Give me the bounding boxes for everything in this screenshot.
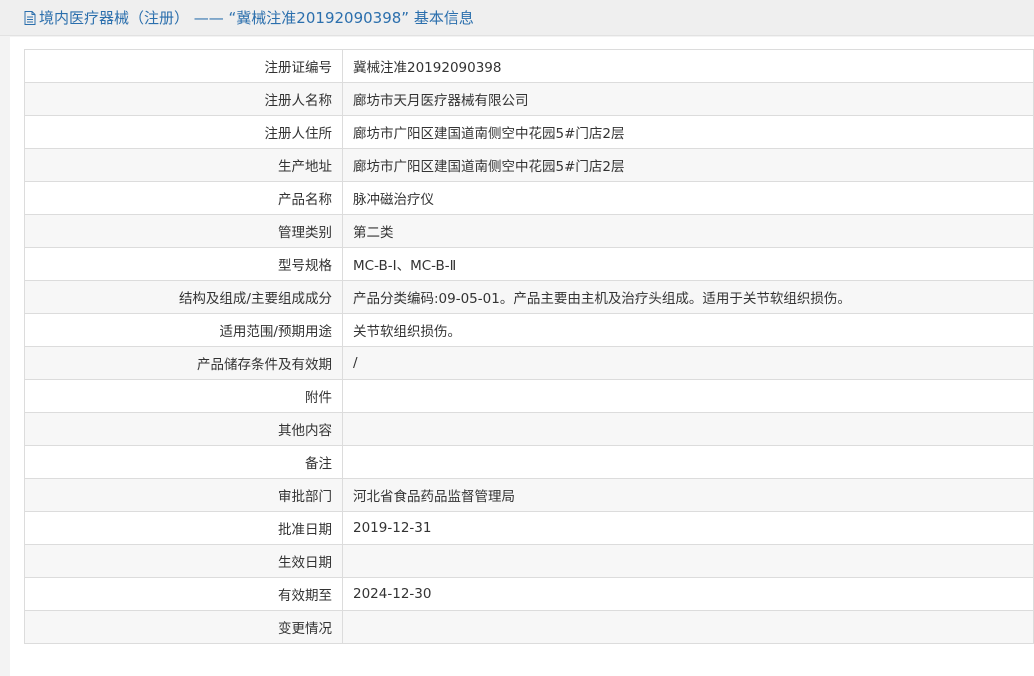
table-row: 注册人名称 廊坊市天月医疗器械有限公司 xyxy=(24,82,1034,116)
row-label: 型号规格 xyxy=(24,247,343,281)
row-value: 廊坊市广阳区建国道南侧空中花园5#门店2层 xyxy=(342,148,1034,182)
table-row: 结构及组成/主要组成成分 产品分类编码:09-05-01。产品主要由主机及治疗头组… xyxy=(24,280,1034,314)
table-row: 型号规格 MC-B-Ⅰ、MC-B-Ⅱ xyxy=(24,247,1034,281)
document-icon xyxy=(24,10,36,25)
row-value: 冀械注准20192090398 xyxy=(342,49,1034,83)
info-panel: 注册证编号 冀械注准20192090398 注册人名称 廊坊市天月医疗器械有限公司 注册… xyxy=(10,37,1034,676)
row-label: 其他内容 xyxy=(24,412,343,446)
row-label: 变更情况 xyxy=(24,610,343,644)
row-value: 廊坊市广阳区建国道南侧空中花园5#门店2层 xyxy=(342,115,1034,149)
table-row: 附件 xyxy=(24,379,1034,413)
table-row: 适用范围/预期用途 关节软组织损伤。 xyxy=(24,313,1034,347)
page-title: 境内医疗器械（注册） —— “冀械注准20192090398” 基本信息 xyxy=(39,9,474,27)
row-label: 有效期至 xyxy=(24,577,343,611)
row-value: 脉冲磁治疗仪 xyxy=(342,181,1034,215)
row-value xyxy=(342,379,1034,413)
row-value: 关节软组织损伤。 xyxy=(342,313,1034,347)
row-value: / xyxy=(342,346,1034,380)
row-value xyxy=(342,412,1034,446)
table-row: 变更情况 xyxy=(24,610,1034,644)
table-row: 审批部门 河北省食品药品监督管理局 xyxy=(24,478,1034,512)
row-label: 生效日期 xyxy=(24,544,343,578)
table-row: 产品储存条件及有效期 / xyxy=(24,346,1034,380)
row-label: 结构及组成/主要组成成分 xyxy=(24,280,343,314)
row-label: 附件 xyxy=(24,379,343,413)
row-value: 2024-12-30 xyxy=(342,577,1034,611)
row-value xyxy=(342,445,1034,479)
table-row: 批准日期 2019-12-31 xyxy=(24,511,1034,545)
table-row: 产品名称 脉冲磁治疗仪 xyxy=(24,181,1034,215)
row-value: 河北省食品药品监督管理局 xyxy=(342,478,1034,512)
row-value: 廊坊市天月医疗器械有限公司 xyxy=(342,82,1034,116)
table-row: 生产地址 廊坊市广阳区建国道南侧空中花园5#门店2层 xyxy=(24,148,1034,182)
row-label: 审批部门 xyxy=(24,478,343,512)
page-header: 境内医疗器械（注册） —— “冀械注准20192090398” 基本信息 xyxy=(0,0,1034,36)
table-row: 其他内容 xyxy=(24,412,1034,446)
row-value xyxy=(342,610,1034,644)
info-table: 注册证编号 冀械注准20192090398 注册人名称 廊坊市天月医疗器械有限公司 注册… xyxy=(24,49,1034,644)
row-label: 注册人名称 xyxy=(24,82,343,116)
row-label: 生产地址 xyxy=(24,148,343,182)
row-label: 产品名称 xyxy=(24,181,343,215)
row-label: 产品储存条件及有效期 xyxy=(24,346,343,380)
row-value: 产品分类编码:09-05-01。产品主要由主机及治疗头组成。适用于关节软组织损伤… xyxy=(342,280,1034,314)
row-label: 管理类别 xyxy=(24,214,343,248)
table-row: 管理类别 第二类 xyxy=(24,214,1034,248)
table-row: 生效日期 xyxy=(24,544,1034,578)
table-row: 有效期至 2024-12-30 xyxy=(24,577,1034,611)
table-row: 备注 xyxy=(24,445,1034,479)
row-value xyxy=(342,544,1034,578)
row-value: MC-B-Ⅰ、MC-B-Ⅱ xyxy=(342,247,1034,281)
row-label: 批准日期 xyxy=(24,511,343,545)
row-value: 第二类 xyxy=(342,214,1034,248)
row-label: 注册人住所 xyxy=(24,115,343,149)
row-label: 适用范围/预期用途 xyxy=(24,313,343,347)
row-label: 注册证编号 xyxy=(24,49,343,83)
row-value: 2019-12-31 xyxy=(342,511,1034,545)
row-label: 备注 xyxy=(24,445,343,479)
table-row: 注册人住所 廊坊市广阳区建国道南侧空中花园5#门店2层 xyxy=(24,115,1034,149)
table-row: 注册证编号 冀械注准20192090398 xyxy=(24,49,1034,83)
